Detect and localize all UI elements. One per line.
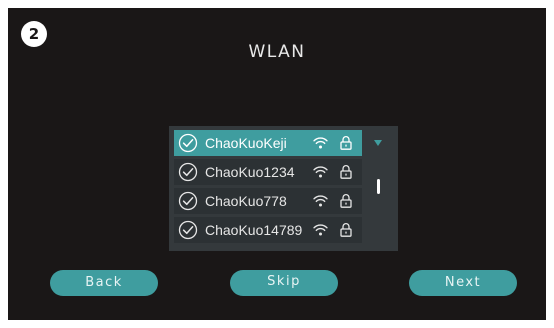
lock-icon: [340, 165, 352, 179]
wifi-signal-icon: [313, 195, 328, 207]
back-button[interactable]: Back: [50, 270, 158, 296]
lock-icon: [340, 194, 352, 208]
next-button[interactable]: Next: [409, 270, 517, 296]
wifi-signal-icon: [313, 224, 328, 236]
triangle-down-icon[interactable]: [374, 140, 382, 146]
check-circle-icon: [178, 220, 198, 240]
wifi-network-panel: ChaoKuoKeji ChaoKuo1234 ChaoKuo778 ChaoK…: [169, 126, 398, 251]
wifi-ssid-label: ChaoKuo14789: [205, 222, 303, 238]
wifi-network-list: ChaoKuoKeji ChaoKuo1234 ChaoKuo778 ChaoK…: [174, 130, 362, 246]
check-circle-icon: [178, 191, 198, 211]
wifi-signal-icon: [313, 166, 328, 178]
lock-icon: [340, 136, 352, 150]
wifi-ssid-label: ChaoKuo1234: [205, 164, 295, 180]
wifi-network-item-chaokuo14789[interactable]: ChaoKuo14789: [174, 217, 362, 243]
wifi-network-item-chaokuo1234[interactable]: ChaoKuo1234: [174, 159, 362, 185]
skip-button[interactable]: Skip: [230, 270, 338, 296]
page-title: WLAN: [248, 42, 306, 62]
lock-icon: [340, 223, 352, 237]
wifi-network-item-chaokuo778[interactable]: ChaoKuo778: [174, 188, 362, 214]
wlan-setup-screen: 2 WLAN ChaoKuoKeji ChaoKuo1234 ChaoKuo77…: [8, 8, 546, 320]
check-circle-icon: [178, 162, 198, 182]
wifi-ssid-label: ChaoKuoKeji: [205, 135, 287, 151]
wifi-ssid-label: ChaoKuo778: [205, 193, 287, 209]
vertical-scroll-thumb[interactable]: [377, 179, 380, 194]
check-circle-icon: [178, 133, 198, 153]
wifi-signal-icon: [313, 137, 328, 149]
wifi-network-item-chaokuokeji[interactable]: ChaoKuoKeji: [174, 130, 362, 156]
